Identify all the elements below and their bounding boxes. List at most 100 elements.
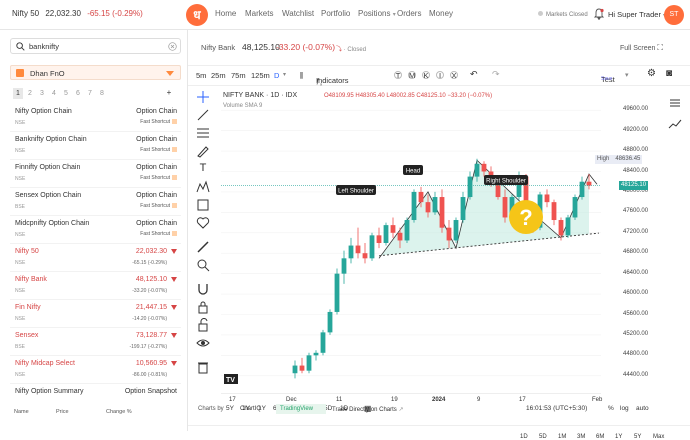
alert-icon[interactable]: M (408, 71, 416, 79)
quote-row[interactable]: Nifty 50 NSE 22,032.30 -65.15 (-0.29%) (10, 244, 181, 272)
search-input[interactable]: banknifty (10, 38, 181, 54)
interval-5d[interactable]: 5D (539, 434, 547, 440)
favorite-icon[interactable] (196, 216, 210, 230)
list-item[interactable]: Nifty Option Chain NSE Option Chain Fast… (10, 104, 181, 132)
eye-icon[interactable] (196, 336, 210, 350)
list-item[interactable]: Sensex Option Chain BSE Option Chain Fas… (10, 188, 181, 216)
nav-markets[interactable]: Markets (245, 9, 273, 18)
tf-d[interactable]: D (274, 71, 279, 80)
bell-icon[interactable] (594, 8, 604, 20)
fullscreen-button[interactable]: Full Screen ⛶ (620, 43, 663, 53)
measure-icon[interactable] (196, 198, 210, 212)
tf-25m[interactable]: 25m (211, 71, 226, 80)
clear-icon[interactable] (168, 42, 177, 51)
interval-6m[interactable]: 6M (596, 434, 604, 440)
page-tab-7[interactable]: 7 (85, 88, 95, 99)
col-name[interactable]: Name (14, 409, 29, 415)
list-item[interactable]: Nifty Option Summary Option Snapshot (10, 384, 181, 400)
fast-shortcut[interactable]: Fast Shortcut (140, 147, 177, 153)
quote-row[interactable]: Nifty Midcap Select NSE 10,560.95 -86.00… (10, 356, 181, 384)
quote-name: Nifty Midcap Select (15, 360, 75, 367)
details-icon[interactable] (668, 96, 682, 110)
quote-change: -33.20 (-0.07%) (132, 288, 167, 294)
undo-icon[interactable]: ↶ (470, 69, 478, 80)
nav-money[interactable]: Money (429, 9, 453, 18)
fast-shortcut[interactable]: Fast Shortcut (140, 119, 177, 125)
nav-home[interactable]: Home (215, 9, 236, 18)
price-axis[interactable]: 49600.00 49200.00 48800.00 48400.00 48000.00… (595, 88, 661, 393)
provider-chartiq[interactable]: ChartIQ (240, 406, 280, 412)
avatar[interactable]: ST (664, 5, 684, 25)
nav-positions[interactable]: Positions ▾ (358, 9, 396, 18)
page-tab-6[interactable]: 6 (73, 88, 83, 99)
fast-shortcut[interactable]: Fast Shortcut (140, 175, 177, 181)
list-item[interactable]: Midcpnifty Option Chain NSE Option Chain… (10, 216, 181, 244)
ruler-icon[interactable] (196, 240, 210, 254)
page-tab-4[interactable]: 4 (49, 88, 59, 99)
trade-direct-link[interactable]: Trade Directly on Charts ↗ (332, 406, 432, 413)
interval-1d[interactable]: 1D (520, 434, 528, 440)
watchlist-selector[interactable]: Dhan FnO (10, 65, 181, 80)
trend-line-icon[interactable] (196, 108, 210, 122)
chevron-down-icon[interactable]: ▾ (283, 71, 286, 78)
pattern-icon[interactable] (196, 180, 210, 194)
fib-icon[interactable] (196, 126, 210, 140)
page-tab-8[interactable]: 8 (97, 88, 107, 99)
trash-icon[interactable] (196, 360, 210, 374)
provider-tradingview[interactable]: TradingView (276, 404, 326, 414)
tf-125m[interactable]: 125m (251, 71, 270, 80)
replay-icon[interactable]: K (422, 71, 430, 79)
nav-portfolio[interactable]: Portfolio (321, 9, 350, 18)
svg-text:TV: TV (226, 377, 235, 384)
nav-orders[interactable]: Orders (397, 9, 421, 18)
text-icon[interactable]: T (196, 162, 210, 176)
volume-indicator[interactable]: Volume SMA 9 (223, 103, 263, 109)
list-item[interactable]: Finnifty Option Chain NSE Option Chain F… (10, 160, 181, 188)
scale-log[interactable]: log (620, 405, 629, 412)
candle-type-icon[interactable]: ⫼ (300, 71, 303, 81)
zoom-icon[interactable] (196, 258, 210, 272)
interval-max[interactable]: Max (653, 434, 664, 440)
quote-change: -86.00 (-0.81%) (132, 372, 167, 378)
magnet-icon[interactable] (196, 282, 210, 296)
interval-5y[interactable]: 5Y (634, 434, 641, 440)
lock-icon[interactable] (196, 300, 210, 314)
interval-1y[interactable]: 1Y (615, 434, 622, 440)
tf-5m[interactable]: 5m (196, 71, 206, 80)
page-tab-1[interactable]: 1 (13, 88, 23, 99)
list-item[interactable]: Banknifty Option Chain NSE Option Chain … (10, 132, 181, 160)
brush-icon[interactable] (196, 144, 210, 158)
interval-3m[interactable]: 3M (577, 434, 585, 440)
brand-logo[interactable]: ध (186, 4, 208, 26)
quote-row[interactable]: Fin Nifty NSE 21,447.15 -14.20 (-0.07%) (10, 300, 181, 328)
nav-watchlist[interactable]: Watchlist (282, 9, 314, 18)
price-chart[interactable]: Left Shoulder Head Right Shoulder ? NIFT… (221, 88, 601, 393)
fast-shortcut[interactable]: Fast Shortcut (140, 203, 177, 209)
compare-icon[interactable]: I (436, 71, 444, 79)
item-name: Nifty Option Chain (15, 108, 72, 115)
scale-percent[interactable]: % (608, 405, 614, 412)
lock-drawings-icon[interactable] (196, 318, 210, 332)
col-price[interactable]: Price (56, 409, 69, 415)
fast-shortcut[interactable]: Fast Shortcut (140, 231, 177, 237)
page-tab-3[interactable]: 3 (37, 88, 47, 99)
page-tab-5[interactable]: 5 (61, 88, 71, 99)
trend-icon[interactable] (668, 118, 682, 132)
add-page-icon[interactable]: + (164, 87, 174, 98)
redo-icon[interactable]: ↷ (492, 69, 500, 80)
crosshair-icon[interactable] (196, 90, 210, 104)
gear-icon[interactable]: ⚙ (647, 68, 656, 79)
quote-row[interactable]: Nifty Bank NSE 48,125.10 -33.20 (-0.07%) (10, 272, 181, 300)
quote-row[interactable]: Sensex BSE 73,128.77 -199.17 (-0.27%) (10, 328, 181, 356)
scale-auto[interactable]: auto (636, 405, 649, 412)
col-change[interactable]: Change % (106, 409, 132, 415)
template-icon[interactable]: T (394, 71, 402, 79)
index-ticker[interactable]: Nifty 50 22,032.30 -65.15 (-0.29%) (12, 9, 196, 18)
camera-icon[interactable]: ◙ (666, 68, 672, 79)
screenshot-icon[interactable]: X (450, 71, 458, 79)
tf-75m[interactable]: 75m (231, 71, 246, 80)
page-tab-2[interactable]: 2 (25, 88, 35, 99)
interval-1m[interactable]: 1M (558, 434, 566, 440)
chevron-down-icon[interactable]: ▾ (625, 71, 629, 79)
user-greeting[interactable]: Hi Super Trader ▾ (608, 10, 666, 19)
